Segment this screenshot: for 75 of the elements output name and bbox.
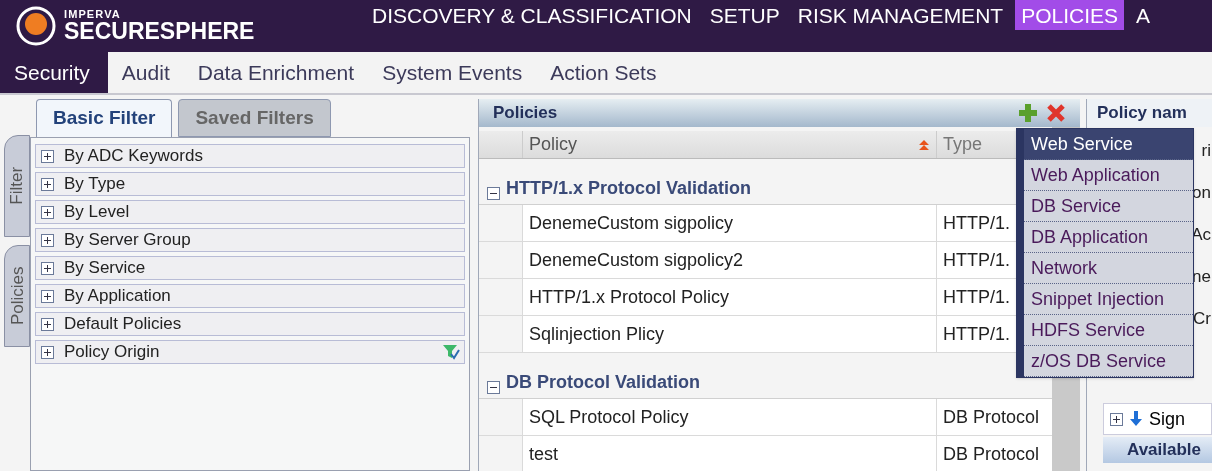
filter-group[interactable]: By Level — [35, 200, 465, 224]
expand-icon[interactable] — [41, 345, 54, 359]
nav-tab[interactable]: SETUP — [703, 0, 786, 30]
filter-group[interactable]: By ADC Keywords — [35, 144, 465, 168]
nav-tab[interactable]: DISCOVERY & CLASSIFICATION — [366, 0, 698, 30]
sub-nav-tab[interactable]: Security — [0, 52, 108, 93]
group-title: DB Protocol Validation — [506, 371, 701, 394]
menu-item[interactable]: Snippet Injection — [1024, 284, 1193, 315]
list-header: Available — [1103, 437, 1212, 463]
sub-nav-tab[interactable]: Data Enrichment — [183, 52, 369, 93]
collapse-icon[interactable] — [487, 187, 500, 200]
menu-item[interactable]: Web Service — [1024, 129, 1193, 160]
filter-group[interactable]: By Server Group — [35, 228, 465, 252]
add-icon[interactable] — [1018, 103, 1038, 123]
arrow-down-icon — [1129, 411, 1143, 427]
table-cell-text: DenemeCustom sigpolicy — [529, 211, 734, 235]
side-tab[interactable]: Policies — [4, 245, 30, 347]
expand-icon[interactable] — [41, 149, 54, 163]
table-cell-text: test — [529, 442, 558, 466]
filter-label: Default Policies — [64, 313, 183, 336]
table-cell-text: HTTP/1. — [943, 285, 1010, 309]
panel-title: Policies — [493, 102, 559, 125]
table-cell-text: DenemeCustom sigpolicy2 — [529, 248, 744, 272]
expand-icon[interactable] — [41, 233, 54, 247]
details-text: ri — [1201, 141, 1211, 161]
nav-tab[interactable]: RISK MANAGEMENT — [791, 0, 1010, 30]
details-title: Policy nam — [1097, 102, 1187, 125]
sub-nav-tab[interactable]: Action Sets — [536, 52, 671, 93]
filter-label: By Service — [64, 257, 147, 280]
filter-group[interactable]: By Service — [35, 256, 465, 280]
menu-item[interactable]: HDFS Service — [1024, 315, 1193, 346]
table-cell-text: SQL Protocol Policy — [529, 405, 689, 429]
table-cell-text: HTTP/1. — [943, 248, 1010, 272]
menu-item[interactable]: DB Application — [1024, 222, 1193, 253]
filter-group[interactable]: Policy Origin — [35, 340, 465, 364]
nav-tab[interactable]: A — [1130, 0, 1156, 30]
table-cell-text: HTTP/1.x Protocol Policy — [529, 285, 730, 309]
table-cell-text: HTTP/1. — [943, 322, 1010, 346]
expand-icon[interactable] — [41, 289, 54, 303]
logo-icon — [16, 6, 56, 46]
filter-group[interactable]: By Type — [35, 172, 465, 196]
collapse-icon[interactable] — [487, 381, 500, 394]
filter-label: By Type — [64, 173, 127, 196]
group-title: HTTP/1.x Protocol Validation — [506, 177, 752, 200]
filter-label: By ADC Keywords — [64, 145, 204, 168]
expand-icon[interactable] — [1110, 412, 1123, 426]
filter-tab[interactable]: Basic Filter — [36, 99, 173, 137]
column-header[interactable]: Policy — [523, 131, 937, 158]
menu-item[interactable]: Web Application — [1024, 160, 1193, 191]
expand-icon[interactable] — [41, 205, 54, 219]
menu-item[interactable]: z/OS DB Service — [1024, 346, 1193, 377]
brand-name: IMPERVA — [64, 9, 122, 20]
filter-group[interactable]: Default Policies — [35, 312, 465, 336]
expand-icon[interactable] — [41, 177, 54, 191]
expand-icon[interactable] — [41, 317, 54, 331]
delete-icon[interactable] — [1046, 103, 1066, 123]
details-text: Cr — [1193, 309, 1211, 329]
product-name: SECURESPHERE — [64, 20, 255, 43]
table-cell-text: Sqlinjection Plicy — [529, 322, 665, 346]
filter-label: By Server Group — [64, 229, 192, 252]
sub-nav-tab[interactable]: Audit — [107, 52, 184, 93]
expand-icon[interactable] — [41, 261, 54, 275]
sub-nav-tab[interactable]: System Events — [368, 52, 537, 93]
side-tab[interactable]: Filter — [4, 135, 30, 237]
nav-tab[interactable]: POLICIES — [1015, 0, 1124, 30]
table-cell-text: DB Protocol — [943, 442, 1040, 466]
menu-item[interactable]: Network — [1024, 253, 1193, 284]
filter-label: By Level — [64, 201, 131, 224]
section-title: Sign — [1149, 407, 1186, 431]
table-cell-text: DB Protocol — [943, 405, 1040, 429]
filter-group[interactable]: By Application — [35, 284, 465, 308]
filter-label: By Application — [64, 285, 172, 308]
menu-item[interactable]: DB Service — [1024, 191, 1193, 222]
filter-label: Policy Origin — [64, 341, 161, 364]
table-cell-text: HTTP/1. — [943, 211, 1010, 235]
